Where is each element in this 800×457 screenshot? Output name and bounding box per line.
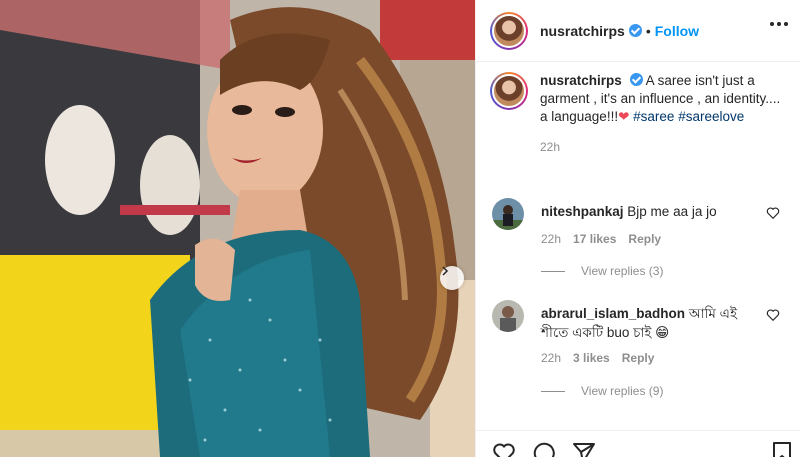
commenter-avatar[interactable] — [492, 198, 524, 230]
follow-button[interactable]: Follow — [655, 23, 699, 39]
view-replies-button[interactable]: View replies (3) — [541, 264, 663, 278]
heart-icon[interactable] — [766, 308, 780, 322]
hashtag-link[interactable]: #saree — [633, 109, 674, 124]
view-replies-label: View replies (9) — [581, 384, 664, 398]
hashtag-link[interactable]: #sareelove — [678, 109, 744, 124]
post-header: nusratchirps • Follow — [476, 0, 800, 62]
comment-timestamp[interactable]: 22h — [541, 232, 561, 246]
reply-button[interactable]: Reply — [628, 232, 661, 246]
caption-username[interactable]: nusratchirps — [540, 73, 622, 88]
comment-likes[interactable]: 3 likes — [573, 351, 610, 365]
comment-likes[interactable]: 17 likes — [573, 232, 616, 246]
post-photo[interactable] — [0, 0, 475, 457]
reply-button[interactable]: Reply — [622, 351, 655, 365]
heart-icon[interactable] — [492, 441, 516, 457]
author-username[interactable]: nusratchirps — [540, 23, 625, 39]
verified-badge-icon — [628, 24, 642, 37]
comment-meta: 22h 17 likes Reply — [541, 232, 661, 246]
view-replies-button[interactable]: View replies (9) — [541, 384, 663, 398]
chevron-right-icon — [442, 266, 449, 276]
carousel-next-button[interactable] — [440, 266, 464, 290]
comment-item: abrarul_islam_badhon আমি এই শীতে একটি bu… — [492, 300, 792, 410]
caption-timestamp[interactable]: 22h — [540, 138, 785, 156]
commenter-username[interactable]: abrarul_islam_badhon — [541, 306, 685, 321]
header-separator: • — [645, 22, 651, 39]
commenter-username[interactable]: niteshpankaj — [541, 204, 624, 219]
comment-icon[interactable] — [532, 441, 556, 457]
caption-avatar[interactable] — [490, 72, 528, 110]
post-side-panel: nusratchirps • Follow nusratchirps A sar… — [475, 0, 800, 457]
comment-timestamp[interactable]: 22h — [541, 351, 561, 365]
view-replies-label: View replies (3) — [581, 264, 664, 278]
heart-icon[interactable] — [766, 206, 780, 220]
bookmark-icon[interactable] — [771, 441, 793, 457]
more-options-icon[interactable] — [770, 22, 788, 28]
photo-illustration — [0, 0, 475, 457]
post-action-bar — [476, 430, 800, 457]
author-avatar[interactable] — [490, 11, 528, 50]
commenter-avatar[interactable] — [492, 300, 524, 332]
share-icon[interactable] — [572, 441, 596, 457]
comment-text: Bjp me aa ja jo — [627, 204, 717, 219]
comment-meta: 22h 3 likes Reply — [541, 351, 654, 365]
red-heart-emoji: ❤ — [618, 109, 630, 124]
post-caption: nusratchirps A saree isn't just a garmen… — [490, 72, 790, 156]
verified-badge-icon — [629, 73, 643, 86]
comment-item: niteshpankaj Bjp me aa ja jo 22h 17 like… — [492, 198, 792, 288]
